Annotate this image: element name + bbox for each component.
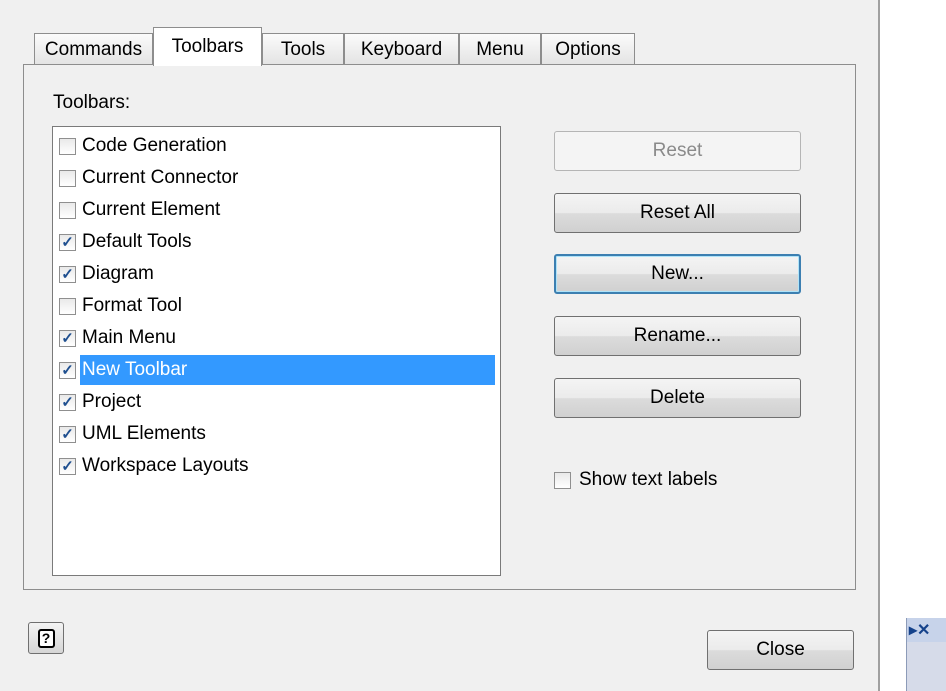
new-button[interactable]: New... [554, 254, 801, 294]
tab-label: Tools [280, 38, 326, 60]
toolbar-item-main-menu[interactable]: ✓ Main Menu [59, 323, 499, 353]
checkbox-icon[interactable] [59, 169, 76, 187]
checkbox-icon[interactable] [59, 297, 76, 315]
toolbar-item-label: UML Elements [82, 423, 206, 444]
toolbar-item-label: Current Element [82, 199, 221, 220]
button-label: Close [756, 639, 805, 660]
button-label: Delete [650, 387, 705, 408]
toolbar-item-label: Workspace Layouts [82, 455, 249, 476]
delete-button[interactable]: Delete [554, 378, 801, 418]
toolbar-item-workspace-layouts[interactable]: ✓ Workspace Layouts [59, 451, 499, 481]
toolbar-item-label: Main Menu [82, 327, 176, 348]
tab-label: Keyboard [360, 38, 443, 60]
checkbox-checked-icon[interactable]: ✓ [59, 425, 76, 443]
toolbar-item-new-toolbar[interactable]: ✓ New Toolbar [59, 355, 499, 385]
tab-label: Toolbars [171, 36, 244, 57]
toolbar-item-current-element[interactable]: Current Element [59, 195, 499, 225]
reset-button[interactable]: Reset [554, 131, 801, 171]
button-label: Reset All [640, 202, 715, 223]
tab-label: Options [555, 38, 621, 60]
toolbar-item-label: Current Connector [82, 167, 239, 188]
checkbox-checked-icon[interactable]: ✓ [59, 233, 76, 251]
checkbox-checked-icon[interactable]: ✓ [59, 457, 76, 475]
tab-label: Menu [476, 38, 524, 60]
tab-menu[interactable]: Menu [459, 33, 541, 65]
reset-all-button[interactable]: Reset All [554, 193, 801, 233]
checkbox-checked-icon[interactable]: ✓ [59, 393, 76, 411]
button-label: Reset [652, 140, 703, 161]
checkbox-checked-icon[interactable]: ✓ [59, 265, 76, 283]
tab-tools[interactable]: Tools [262, 33, 344, 65]
toolbar-item-label: Diagram [82, 263, 154, 284]
help-icon: ? [37, 628, 55, 648]
help-button[interactable]: ? [28, 622, 64, 654]
background-window-fragment: ▸✕ [906, 618, 946, 691]
checkbox-icon[interactable] [59, 201, 76, 219]
toolbar-item-format-tool[interactable]: Format Tool [59, 291, 499, 321]
window-titlebar-fragment: ▸✕ [907, 618, 946, 642]
toolbar-item-project[interactable]: ✓ Project [59, 387, 499, 417]
toolbar-item-default-tools[interactable]: ✓ Default Tools [59, 227, 499, 257]
button-label: Rename... [633, 325, 722, 346]
toolbar-item-label: New Toolbar [80, 355, 495, 385]
show-text-labels-label: Show text labels [579, 469, 718, 490]
tab-keyboard[interactable]: Keyboard [344, 33, 459, 65]
checkbox-checked-icon[interactable]: ✓ [59, 329, 76, 347]
toolbar-item-label: Format Tool [82, 295, 182, 316]
toolbar-item-label: Code Generation [82, 135, 227, 156]
customize-dialog: Commands Toolbars Tools Keyboard Menu Op… [0, 0, 880, 691]
toolbar-item-code-generation[interactable]: Code Generation [59, 131, 499, 161]
close-icon[interactable]: ▸✕ [909, 620, 930, 640]
checkbox-icon[interactable] [554, 471, 571, 489]
tab-label: Commands [44, 38, 143, 60]
tab-options[interactable]: Options [541, 33, 635, 65]
close-button[interactable]: Close [707, 630, 854, 670]
show-text-labels-checkbox[interactable]: Show text labels [554, 469, 717, 491]
button-label: New... [651, 263, 704, 284]
checkbox-icon[interactable] [59, 137, 76, 155]
toolbar-item-current-connector[interactable]: Current Connector [59, 163, 499, 193]
rename-button[interactable]: Rename... [554, 316, 801, 356]
checkbox-checked-icon[interactable]: ✓ [59, 361, 76, 379]
tab-commands[interactable]: Commands [34, 33, 153, 65]
toolbar-item-label: Default Tools [82, 231, 192, 252]
toolbar-item-label: Project [82, 391, 142, 412]
toolbars-list-label: Toolbars: [53, 92, 131, 113]
toolbar-item-diagram[interactable]: ✓ Diagram [59, 259, 499, 289]
tab-toolbars[interactable]: Toolbars [153, 27, 262, 66]
toolbar-item-uml-elements[interactable]: ✓ UML Elements [59, 419, 499, 449]
toolbars-list[interactable]: Code Generation Current Connector Curren… [52, 126, 501, 576]
